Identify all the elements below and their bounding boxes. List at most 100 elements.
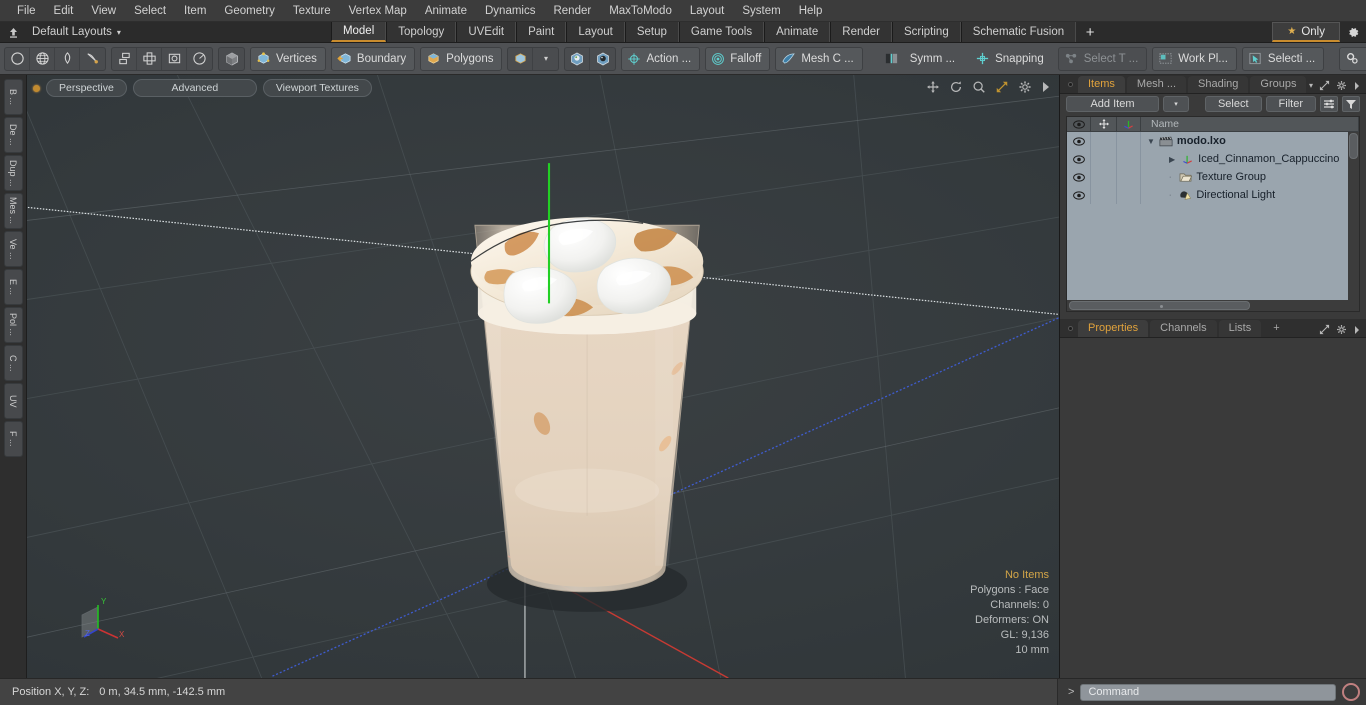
menu-item-texture[interactable]: Texture bbox=[284, 0, 340, 22]
fit-icon[interactable] bbox=[995, 80, 1009, 94]
menu-item-item[interactable]: Item bbox=[175, 0, 215, 22]
mesh-constraint-button[interactable]: Mesh C ... bbox=[775, 46, 863, 71]
menu-item-edit[interactable]: Edit bbox=[45, 0, 83, 22]
panel-dot-icon[interactable] bbox=[1068, 82, 1073, 87]
tab-topology[interactable]: Topology bbox=[386, 22, 457, 42]
tab-mesh[interactable]: Mesh ... bbox=[1126, 76, 1187, 93]
tree-item-texture-group[interactable]: · Texture Group bbox=[1141, 171, 1359, 183]
vtab-edge[interactable]: E ... bbox=[3, 269, 23, 305]
tab-properties[interactable]: Properties bbox=[1078, 320, 1149, 337]
globe-icon[interactable] bbox=[30, 47, 55, 70]
visibility-eye-icon[interactable] bbox=[1067, 186, 1091, 204]
add-item-dropdown[interactable]: ▾ bbox=[1162, 96, 1189, 112]
row-cell-axis[interactable] bbox=[1117, 132, 1141, 150]
tab-setup[interactable]: Setup bbox=[624, 22, 679, 42]
home-up-icon[interactable] bbox=[0, 22, 26, 42]
vtab-curve[interactable]: C ... bbox=[3, 345, 23, 381]
visibility-eye-icon[interactable] bbox=[1067, 150, 1091, 168]
pan-icon[interactable] bbox=[926, 80, 940, 94]
shader-sphere-icon[interactable] bbox=[565, 47, 591, 70]
menu-item-vertex-map[interactable]: Vertex Map bbox=[340, 0, 416, 22]
gear-icon[interactable] bbox=[1336, 324, 1347, 335]
symmetry-button[interactable]: Symm ... bbox=[878, 47, 964, 71]
zoom-icon[interactable] bbox=[972, 80, 986, 94]
menu-item-animate[interactable]: Animate bbox=[416, 0, 476, 22]
gear-icon[interactable] bbox=[1340, 22, 1366, 42]
tab-shading[interactable]: Shading bbox=[1188, 76, 1249, 93]
tree-item-directional-light[interactable]: · Directional Light bbox=[1141, 189, 1359, 201]
viewport-view-button[interactable]: Perspective bbox=[46, 79, 127, 97]
tab-items[interactable]: Items bbox=[1078, 76, 1125, 93]
viewport-shading-button[interactable]: Advanced bbox=[132, 79, 257, 97]
twirl-right-icon[interactable]: ▶ bbox=[1169, 155, 1175, 164]
tab-channels[interactable]: Channels bbox=[1150, 320, 1217, 337]
expand-icon[interactable] bbox=[1319, 80, 1330, 91]
vtab-polygon[interactable]: Pol ... bbox=[3, 307, 23, 343]
menu-item-file[interactable]: File bbox=[8, 0, 45, 22]
tab-groups[interactable]: Groups bbox=[1250, 76, 1307, 93]
add-tab-button[interactable]: + bbox=[1076, 22, 1104, 42]
tab-uvedit[interactable]: UVEdit bbox=[456, 22, 517, 42]
tree-item-scene[interactable]: ▼ modo.lxo bbox=[1141, 135, 1359, 147]
pen-icon[interactable] bbox=[55, 47, 80, 70]
vtab-mesh[interactable]: Mes ... bbox=[3, 193, 23, 229]
viewport-active-dot[interactable] bbox=[33, 84, 40, 92]
table-row[interactable]: · Directional Light bbox=[1067, 186, 1359, 204]
select-button[interactable]: Select bbox=[1204, 96, 1262, 112]
tab-lists[interactable]: Lists bbox=[1218, 320, 1262, 337]
visibility-eye-icon[interactable] bbox=[1067, 132, 1091, 150]
list-options-icon[interactable] bbox=[1320, 96, 1338, 112]
tab-layout[interactable]: Layout bbox=[566, 22, 625, 42]
cube-icon[interactable] bbox=[508, 47, 534, 70]
row-cell-move[interactable] bbox=[1091, 150, 1117, 168]
tree-item-mesh[interactable]: ▶ Iced_Cinnamon_Cappuccino bbox=[1141, 153, 1359, 165]
selection-sets-button[interactable]: Selecti ... bbox=[1241, 46, 1325, 71]
row-cell-axis[interactable] bbox=[1117, 150, 1141, 168]
circle-icon[interactable] bbox=[5, 47, 30, 70]
vtab-duplicate[interactable]: Dup ... bbox=[3, 155, 23, 191]
row-cell-move[interactable] bbox=[1091, 132, 1117, 150]
filter-button[interactable]: Filter bbox=[1265, 96, 1316, 112]
tab-game-tools[interactable]: Game Tools bbox=[678, 22, 765, 42]
row-cell-axis[interactable] bbox=[1117, 186, 1141, 204]
arrow-right-icon[interactable] bbox=[1353, 81, 1361, 91]
arrow-right-icon[interactable] bbox=[1353, 325, 1361, 335]
tab-render[interactable]: Render bbox=[830, 22, 892, 42]
panel-dot-icon[interactable] bbox=[1068, 326, 1073, 331]
clock-icon[interactable] bbox=[187, 48, 212, 70]
polygons-mode-button[interactable]: Polygons bbox=[420, 46, 503, 71]
snapping-button[interactable]: Snapping bbox=[969, 47, 1053, 71]
boundary-mode-button[interactable]: Boundary bbox=[330, 46, 416, 71]
box-select-icon[interactable] bbox=[162, 47, 187, 70]
vtab-fusion[interactable]: F ... bbox=[3, 421, 23, 457]
vtab-basic[interactable]: B ... bbox=[3, 79, 23, 115]
cube-icon[interactable] bbox=[219, 48, 244, 70]
viewport-textures-button[interactable]: Viewport Textures bbox=[262, 79, 372, 97]
row-cell-axis[interactable] bbox=[1117, 168, 1141, 186]
menu-item-dynamics[interactable]: Dynamics bbox=[476, 0, 544, 22]
chevron-down-icon[interactable]: ▾ bbox=[533, 48, 558, 70]
vertices-mode-button[interactable]: Vertices bbox=[250, 46, 326, 71]
vtab-deform[interactable]: De ... bbox=[3, 117, 23, 153]
stack-icon[interactable] bbox=[112, 47, 137, 70]
item-tree-vscrollbar[interactable] bbox=[1348, 132, 1359, 300]
3d-viewport[interactable]: Perspective Advanced Viewport Textures N… bbox=[27, 75, 1059, 678]
menu-item-help[interactable]: Help bbox=[790, 0, 832, 22]
funnel-icon[interactable] bbox=[1342, 96, 1360, 112]
visibility-eye-icon[interactable] bbox=[1067, 168, 1091, 186]
mirror-icon[interactable] bbox=[137, 47, 162, 70]
table-row[interactable]: ▶ Iced_Cinnamon_Cappuccino bbox=[1067, 150, 1359, 168]
vtab-vertex[interactable]: Ve ... bbox=[3, 231, 23, 267]
tab-scripting[interactable]: Scripting bbox=[891, 22, 961, 42]
item-tree[interactable]: Name ▼ modo.lxo ▶ Iced_Cinnamon_Cappucci… bbox=[1066, 116, 1360, 312]
kits-button[interactable]: Kits bbox=[1339, 46, 1366, 71]
work-plane-button[interactable]: Work Pl... bbox=[1152, 46, 1237, 71]
row-cell-move[interactable] bbox=[1091, 186, 1117, 204]
menu-item-system[interactable]: System bbox=[733, 0, 789, 22]
vtab-uv[interactable]: UV bbox=[3, 383, 23, 419]
expand-icon[interactable] bbox=[1319, 324, 1330, 335]
item-tree-hscroll-thumb[interactable] bbox=[1069, 301, 1251, 310]
item-tree-hscrollbar[interactable] bbox=[1067, 300, 1359, 311]
gear-icon[interactable] bbox=[1336, 80, 1347, 91]
falloff-button[interactable]: Falloff bbox=[705, 46, 771, 71]
